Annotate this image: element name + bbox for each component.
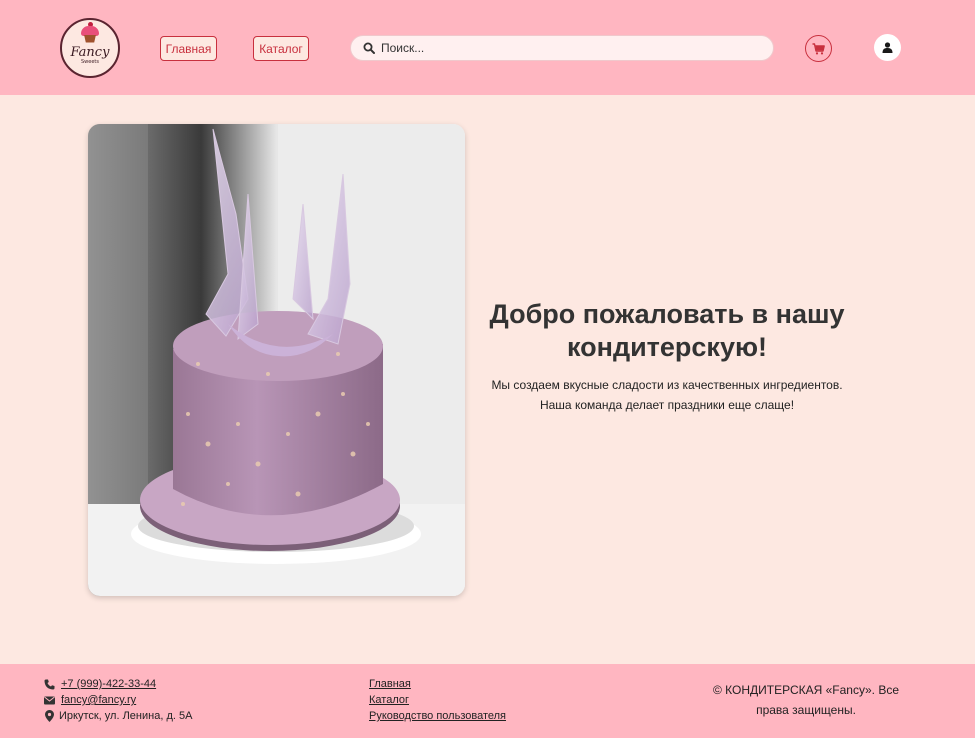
cupcake-icon xyxy=(79,21,101,44)
footer-link-home[interactable]: Главная xyxy=(369,676,506,692)
envelope-icon xyxy=(42,696,56,705)
footer-phone-link[interactable]: +7 (999)-422-33-44 xyxy=(61,678,156,690)
hero-description: Мы создаем вкусные сладости из качествен… xyxy=(491,378,843,412)
site-footer: +7 (999)-422-33-44 fancy@fancy.ry Иркутс… xyxy=(0,664,975,738)
hero-cake-image xyxy=(88,124,465,596)
cart-icon xyxy=(812,42,825,54)
nav-catalog-button[interactable]: Каталог xyxy=(253,36,309,61)
cart-button[interactable] xyxy=(805,35,832,62)
phone-icon xyxy=(42,679,56,690)
footer-link-catalog[interactable]: Каталог xyxy=(369,692,506,708)
footer-email-link[interactable]: fancy@fancy.ry xyxy=(61,694,136,706)
search-bar xyxy=(350,35,774,61)
footer-links: Главная Каталог Руководство пользователя xyxy=(369,676,506,724)
footer-address: Иркутск, ул. Ленина, д. 5А xyxy=(42,708,192,724)
footer-phone: +7 (999)-422-33-44 xyxy=(42,676,156,692)
map-pin-icon xyxy=(42,710,56,722)
user-profile-button[interactable] xyxy=(874,34,901,61)
logo-subtitle: Sweets xyxy=(81,58,99,65)
hero-title: Добро пожаловать в нашу кондитерскую! xyxy=(489,299,845,362)
nav-home-button[interactable]: Главная xyxy=(160,36,217,61)
user-icon xyxy=(882,42,893,53)
site-header: Fancy Sweets Главная Каталог xyxy=(0,0,975,95)
footer-address-text: Иркутск, ул. Ленина, д. 5А xyxy=(59,710,193,722)
footer-link-user-guide[interactable]: Руководство пользователя xyxy=(369,708,506,724)
search-icon xyxy=(363,42,375,54)
footer-copyright: © КОНДИТЕРСКАЯ «Fancy». Все права защище… xyxy=(712,683,900,717)
logo-brand: Fancy xyxy=(70,44,110,60)
site-logo[interactable]: Fancy Sweets xyxy=(60,18,120,78)
search-input[interactable] xyxy=(381,41,761,55)
footer-email: fancy@fancy.ry xyxy=(42,692,136,708)
